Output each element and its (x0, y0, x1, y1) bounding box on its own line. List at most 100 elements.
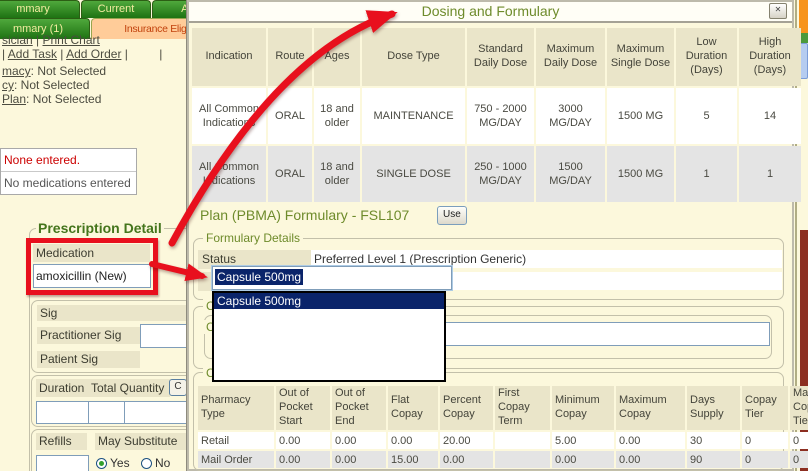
column-header: Copay Tier (742, 386, 788, 430)
table-row[interactable]: Retail0.000.000.0020.005.000.003000 (198, 432, 808, 449)
refills-input[interactable] (36, 455, 89, 471)
formulary-details-legend: Formulary Details (203, 231, 303, 245)
table-cell: 18 and older (314, 88, 360, 144)
column-header: Maximum Copay (616, 386, 685, 430)
table-cell: 0 (790, 451, 808, 468)
column-header: Route (268, 28, 312, 86)
table-cell: 0.00 (388, 432, 438, 449)
table-cell: ORAL (268, 146, 312, 202)
table-cell: 0.00 (276, 451, 330, 468)
practitioner-sig-label: Practitioner Sig (37, 327, 140, 344)
table-cell: ORAL (268, 88, 312, 144)
plan-formulary-title: Plan (PBMA) Formulary - FSL107 (200, 207, 409, 223)
substitute-no-option[interactable]: No (141, 456, 170, 470)
physician-link[interactable]: sician (2, 33, 33, 47)
table-cell: 1500 MG (607, 146, 674, 202)
column-header: Minimum Copay (552, 386, 614, 430)
table-cell: 0 (742, 432, 788, 449)
table-cell: 1 (676, 146, 737, 202)
formulation-combobox[interactable]: Capsule 500mg (212, 266, 452, 290)
duration-label: Duration (36, 379, 88, 397)
table-cell: 0.00 (552, 451, 614, 468)
table-cell: 5.00 (552, 432, 614, 449)
table-cell: All Common Indications (192, 146, 266, 202)
agency-selection: cy: Not Selected (2, 78, 89, 92)
table-cell: 3000 MG/DAY (536, 88, 605, 144)
refills-label: Refills (36, 433, 87, 450)
tab-current[interactable]: Current (81, 0, 151, 18)
table-cell: 0.00 (440, 451, 493, 468)
column-header: Maximum Daily Dose (536, 28, 605, 86)
dropdown-item[interactable]: Capsule 500mg (214, 293, 444, 309)
table-cell: 0 (790, 432, 808, 449)
table-row[interactable]: All Common IndicationsORAL18 and olderMA… (192, 88, 801, 144)
pharmacy-selection: macy: Not Selected (2, 64, 106, 78)
column-header: Percent Copay (440, 386, 493, 430)
separator: | (36, 33, 39, 47)
table-cell: MAINTENANCE (362, 88, 465, 144)
table-cell (495, 451, 550, 468)
radio-yes-icon[interactable] (96, 458, 107, 469)
table-cell: 0.00 (616, 451, 685, 468)
close-icon[interactable]: ✕ (769, 3, 787, 19)
patient-sig-label: Patient Sig (37, 351, 140, 368)
column-header: Out of Pocket End (332, 386, 386, 430)
table-cell: 30 (687, 432, 740, 449)
agency-link[interactable]: cy (2, 78, 14, 92)
separator: | (159, 47, 162, 61)
table-cell: Mail Order (198, 451, 274, 468)
add-order-link[interactable]: Add Order (66, 47, 121, 61)
total-quantity-label: Total Quantity (88, 379, 170, 397)
table-cell: 20.00 (440, 432, 493, 449)
column-header: Days Supply (687, 386, 740, 430)
table-cell: 0 (742, 451, 788, 468)
plan-link[interactable]: Plan (2, 92, 26, 106)
selection-value: : Not Selected (14, 78, 89, 92)
no-medications-text: No medications entered (1, 172, 136, 194)
print-chart-link[interactable]: Print Chart (43, 33, 100, 47)
table-cell: 750 - 2000 MG/DAY (467, 88, 534, 144)
screen: mmary Current Admin (1) mmary (1) Insura… (0, 0, 808, 471)
copay-table: Pharmacy TypeOut of Pocket StartOut of P… (196, 384, 808, 470)
table-cell: 0.00 (616, 432, 685, 449)
formulation-dropdown-list: Capsule 500mg (212, 291, 446, 382)
combobox-selected-text: Capsule 500mg (215, 269, 303, 285)
column-header: Out of Pocket Start (276, 386, 330, 430)
dosing-table: IndicationRouteAgesDose TypeStandard Dai… (190, 26, 803, 204)
nav-line-2: | Add Task | Add Order | | (2, 47, 162, 61)
column-header: High Duration (Days) (739, 28, 801, 86)
use-button[interactable]: Use (437, 206, 467, 225)
quantity-input-1[interactable] (88, 401, 127, 424)
table-cell: All Common Indications (192, 88, 266, 144)
column-header: Low Duration (Days) (676, 28, 737, 86)
table-row[interactable]: Mail Order0.000.0015.000.000.000.009000 (198, 451, 808, 468)
annotation-red-rectangle (26, 238, 158, 295)
column-header: Pharmacy Type (198, 386, 274, 430)
table-cell: SINGLE DOSE (362, 146, 465, 202)
table-cell: 0.00 (332, 451, 386, 468)
prescription-detail-legend: Prescription Detail (36, 220, 164, 236)
plan-selection: Plan: Not Selected (2, 92, 101, 106)
no-label: No (155, 456, 170, 470)
radio-no-icon[interactable] (141, 458, 152, 469)
column-header: Ages (314, 28, 360, 86)
duration-input[interactable] (36, 401, 89, 424)
tab-summary-top[interactable]: mmary (0, 0, 80, 18)
allergy-medication-alert-box: None entered. No medications entered (0, 148, 137, 195)
substitute-yes-option[interactable]: Yes (96, 456, 130, 470)
table-row[interactable]: All Common IndicationsORAL18 and olderSI… (192, 146, 801, 202)
pharmacy-link[interactable]: macy (2, 64, 31, 78)
column-header: Maximum Single Dose (607, 28, 674, 86)
selection-value: : Not Selected (31, 64, 106, 78)
table-cell: Retail (198, 432, 274, 449)
column-header: Flat Copay (388, 386, 438, 430)
column-header: Standard Daily Dose (467, 28, 534, 86)
table-cell: 14 (739, 88, 801, 144)
dialog-titlebar: Dosing and Formulary (189, 2, 792, 23)
add-task-link[interactable]: Add Task (8, 47, 57, 61)
dialog-title: Dosing and Formulary (422, 3, 560, 19)
none-entered-text: None entered. (1, 149, 136, 172)
table-cell: 0.00 (276, 432, 330, 449)
table-cell: 0.00 (332, 432, 386, 449)
quantity-calc-button[interactable]: C (169, 379, 187, 396)
